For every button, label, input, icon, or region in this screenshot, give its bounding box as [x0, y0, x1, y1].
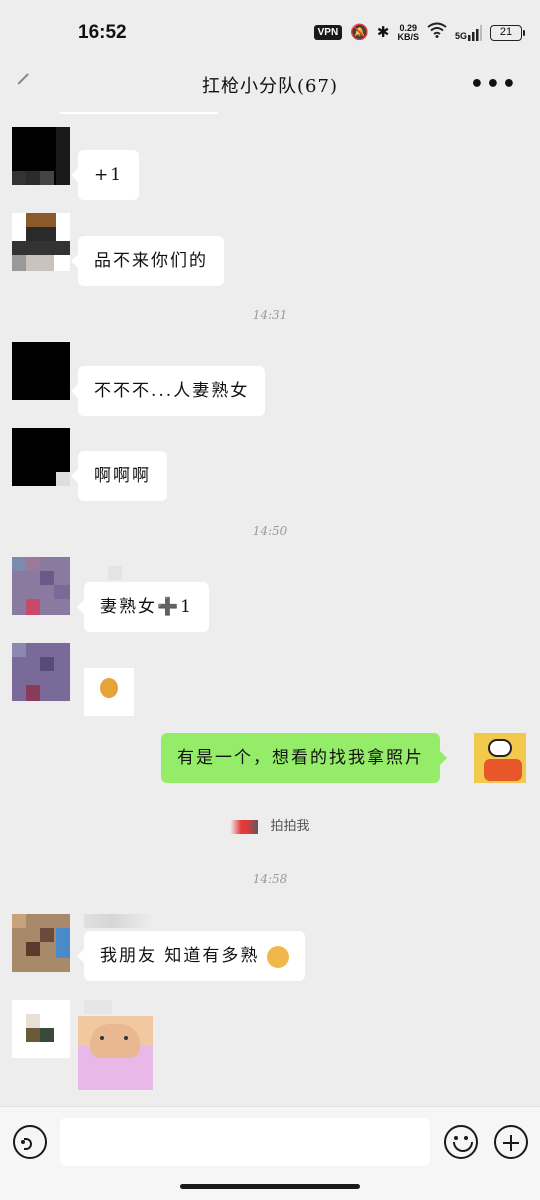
message-bubble[interactable]: +1	[70, 150, 140, 200]
wifi-icon	[427, 22, 447, 43]
bluetooth-icon: ✱	[376, 23, 390, 41]
sender-name	[84, 1000, 112, 1014]
plus-icon[interactable]	[494, 1125, 528, 1159]
dog-emoji-icon	[266, 945, 289, 968]
sender-name	[108, 566, 122, 580]
message-text: 我朋友 知道有多熟	[100, 946, 260, 966]
network-speed: 0.29 KB/S	[397, 23, 419, 42]
status-icons: VPN 🔕 ✱ 0.29 KB/S 5G 21	[313, 22, 525, 43]
avatar[interactable]	[12, 557, 70, 615]
header-underline	[60, 112, 218, 114]
mute-icon: 🔕	[350, 23, 369, 41]
avatar[interactable]	[12, 127, 70, 185]
status-bar: 16:52 VPN 🔕 ✱ 0.29 KB/S 5G 21	[0, 0, 540, 66]
message-input[interactable]	[60, 1118, 430, 1166]
pat-text: 拍拍我	[270, 819, 310, 834]
voice-icon[interactable]	[13, 1125, 47, 1159]
redacted-name	[230, 819, 259, 834]
avatar[interactable]	[12, 1000, 70, 1058]
speed-unit: KB/S	[397, 31, 419, 42]
network-type: 5G	[454, 30, 467, 41]
battery-indicator: 21	[490, 24, 525, 41]
sticker-message[interactable]	[78, 1016, 153, 1090]
avatar[interactable]	[12, 428, 70, 486]
avatar[interactable]	[12, 643, 70, 701]
vpn-badge: VPN	[313, 25, 343, 40]
message-bubble[interactable]: 啊啊啊	[71, 451, 167, 501]
more-icon[interactable]: •••	[470, 72, 518, 97]
home-indicator[interactable]	[180, 1184, 360, 1189]
timestamp: 14:31	[252, 308, 288, 322]
pat-notice: 拍拍我	[0, 815, 540, 834]
message-text: +1	[94, 165, 124, 185]
cell-signal-icon: 5G	[454, 24, 482, 41]
message-text: 品不来你们的	[94, 251, 208, 271]
message-text: 啊啊啊	[94, 466, 151, 486]
message-text: 有是一个，想看的找我拿照片	[177, 748, 424, 768]
sender-name	[84, 914, 152, 928]
avatar[interactable]	[12, 914, 70, 972]
avatar[interactable]	[12, 342, 70, 400]
chat-title: 扛枪小分队(67)	[202, 76, 338, 97]
sticker-message[interactable]	[84, 668, 134, 716]
avatar[interactable]	[12, 213, 70, 271]
timestamp: 14:58	[252, 872, 288, 886]
message-bubble[interactable]: 我朋友 知道有多熟	[77, 931, 305, 981]
own-avatar[interactable]	[474, 733, 526, 783]
message-bubble[interactable]: 妻熟女➕1	[77, 582, 209, 632]
status-time: 16:52	[78, 22, 127, 43]
message-bubble[interactable]: 品不来你们的	[71, 236, 224, 286]
own-message-bubble[interactable]: 有是一个，想看的找我拿照片	[161, 733, 447, 783]
message-text: 不不不...人妻熟女	[94, 381, 250, 401]
message-text: 妻熟女➕1	[100, 597, 193, 617]
chat-header: 扛枪小分队(67) •••	[0, 60, 540, 110]
message-bubble[interactable]: 不不不...人妻熟女	[70, 366, 266, 416]
emoji-icon[interactable]	[444, 1125, 478, 1159]
timestamp: 14:50	[252, 524, 288, 538]
